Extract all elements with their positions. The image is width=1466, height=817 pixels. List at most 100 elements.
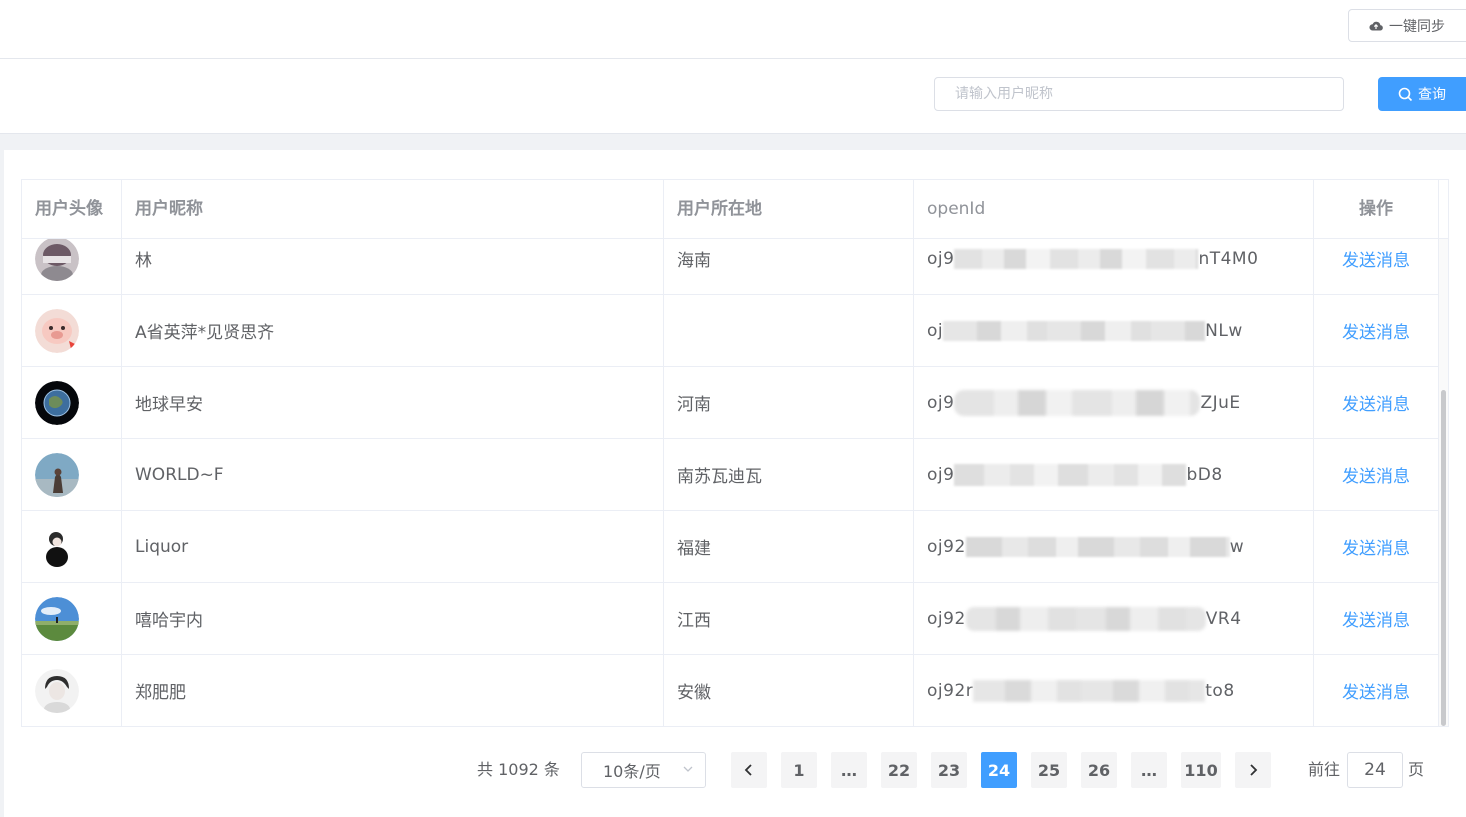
openid-cell: oj92r to8 xyxy=(914,655,1314,726)
action-cell: 发送消息 xyxy=(1314,439,1439,510)
jump-suffix-label: 页 xyxy=(1408,760,1425,779)
send-message-link[interactable]: 发送消息 xyxy=(1342,606,1410,631)
prev-page-button[interactable] xyxy=(731,752,767,788)
page-button-23[interactable]: 23 xyxy=(931,752,967,788)
avatar-cell xyxy=(22,439,122,510)
openid-redacted-block xyxy=(965,536,1230,557)
action-cell: 发送消息 xyxy=(1314,239,1439,294)
chevron-down-icon xyxy=(683,766,693,772)
location-cell xyxy=(664,295,914,366)
avatar-photo xyxy=(35,452,79,497)
openid-prefix: oj92 xyxy=(927,536,966,557)
search-bar: 查询 xyxy=(0,59,1466,134)
openid-suffix: NLw xyxy=(1205,320,1243,341)
header-location: 用户所在地 xyxy=(664,180,914,238)
page-button-24-current[interactable]: 24 xyxy=(981,752,1017,788)
action-cell: 发送消息 xyxy=(1314,367,1439,438)
openid-cell: oj9 nT4M0 xyxy=(914,239,1314,294)
openid-suffix: bD8 xyxy=(1186,464,1223,485)
query-button-label: 查询 xyxy=(1418,87,1446,103)
nickname-cell: A省英萍*见贤思齐 xyxy=(122,295,664,366)
chevron-right-icon xyxy=(1250,764,1258,776)
openid-cell: oj9 bD8 xyxy=(914,439,1314,510)
page-size-value: 10条/页 xyxy=(603,762,661,781)
page-ellipsis-prev[interactable]: … xyxy=(831,752,867,788)
location-cell: 海南 xyxy=(664,239,914,294)
avatar-photo xyxy=(35,239,79,281)
table-row: Liquor 福建 oj92 w 发送消息 xyxy=(22,511,1448,583)
table-scrollbar-thumb[interactable] xyxy=(1441,390,1446,726)
openid-prefix: oj92r xyxy=(927,680,974,701)
send-message-link[interactable]: 发送消息 xyxy=(1342,318,1410,343)
top-toolbar: 一键同步 xyxy=(0,0,1466,59)
page-button-26[interactable]: 26 xyxy=(1081,752,1117,788)
openid-redacted-block xyxy=(973,679,1206,702)
openid-prefix: oj9 xyxy=(927,464,955,485)
user-table: 用户头像 用户昵称 用户所在地 openId 操作 林 海南 oj9 nT4M0 xyxy=(21,179,1449,727)
action-cell: 发送消息 xyxy=(1314,511,1439,582)
search-icon xyxy=(1398,87,1413,101)
page-button-25[interactable]: 25 xyxy=(1031,752,1067,788)
openid-suffix: w xyxy=(1229,536,1245,557)
nickname-cell: 林 xyxy=(122,239,664,294)
page-ellipsis-next[interactable]: … xyxy=(1131,752,1167,788)
openid-cell: oj92 VR4 xyxy=(914,583,1314,654)
openid-prefix: oj xyxy=(927,320,944,341)
nickname-cell: 郑肥肥 xyxy=(122,655,664,726)
table-row: 嘻哈宇内 江西 oj92 VR4 发送消息 xyxy=(22,583,1448,655)
send-message-link[interactable]: 发送消息 xyxy=(1342,246,1410,271)
openid-redacted-block xyxy=(965,606,1206,631)
openid-suffix: VR4 xyxy=(1205,608,1242,629)
nickname-cell: Liquor xyxy=(122,511,664,582)
pagination-total: 共 1092 条 xyxy=(477,760,560,779)
send-message-link[interactable]: 发送消息 xyxy=(1342,534,1410,559)
cloud-upload-icon xyxy=(1369,21,1383,31)
send-message-link[interactable]: 发送消息 xyxy=(1342,462,1410,487)
location-cell: 南苏瓦迪瓦 xyxy=(664,439,914,510)
page-size-select[interactable]: 10条/页 xyxy=(581,752,706,788)
openid-prefix: oj9 xyxy=(927,392,955,413)
page-button-110[interactable]: 110 xyxy=(1181,752,1221,788)
header-nickname: 用户昵称 xyxy=(122,180,664,238)
location-cell: 江西 xyxy=(664,583,914,654)
avatar-cell xyxy=(22,367,122,438)
avatar-photo xyxy=(35,308,79,353)
avatar-cell xyxy=(22,583,122,654)
avatar-cell xyxy=(22,295,122,366)
openid-redacted-block xyxy=(954,248,1199,269)
openid-prefix: oj92 xyxy=(927,608,966,629)
table-row: 林 海南 oj9 nT4M0 发送消息 xyxy=(22,239,1448,295)
action-cell: 发送消息 xyxy=(1314,583,1439,654)
openid-redacted-block xyxy=(943,320,1206,341)
page-button-1[interactable]: 1 xyxy=(781,752,817,788)
openid-suffix: to8 xyxy=(1205,680,1235,701)
avatar-photo xyxy=(35,524,79,569)
nickname-search-input[interactable] xyxy=(934,77,1344,111)
sync-button[interactable]: 一键同步 xyxy=(1348,9,1466,42)
avatar-cell xyxy=(22,655,122,726)
openid-prefix: oj9 xyxy=(927,248,955,269)
openid-redacted-block xyxy=(954,389,1201,416)
page-button-22[interactable]: 22 xyxy=(881,752,917,788)
location-cell: 河南 xyxy=(664,367,914,438)
chevron-left-icon xyxy=(744,764,752,776)
openid-suffix: nT4M0 xyxy=(1198,248,1259,269)
openid-cell: oj NLw xyxy=(914,295,1314,366)
nickname-cell: 嘻哈宇内 xyxy=(122,583,664,654)
send-message-link[interactable]: 发送消息 xyxy=(1342,678,1410,703)
section-divider xyxy=(0,134,1466,150)
action-cell: 发送消息 xyxy=(1314,295,1439,366)
action-cell: 发送消息 xyxy=(1314,655,1439,726)
table-row: WORLD~F 南苏瓦迪瓦 oj9 bD8 发送消息 xyxy=(22,439,1448,511)
location-cell: 安徽 xyxy=(664,655,914,726)
openid-cell: oj9 ZJuE xyxy=(914,367,1314,438)
jump-page-input[interactable] xyxy=(1347,752,1403,788)
page-gutter xyxy=(0,134,4,817)
table-row: A省英萍*见贤思齐 oj NLw 发送消息 xyxy=(22,295,1448,367)
send-message-link[interactable]: 发送消息 xyxy=(1342,390,1410,415)
nickname-cell: WORLD~F xyxy=(122,439,664,510)
header-action: 操作 xyxy=(1314,180,1439,238)
openid-cell: oj92 w xyxy=(914,511,1314,582)
query-button[interactable]: 查询 xyxy=(1378,77,1466,111)
next-page-button[interactable] xyxy=(1235,752,1271,788)
